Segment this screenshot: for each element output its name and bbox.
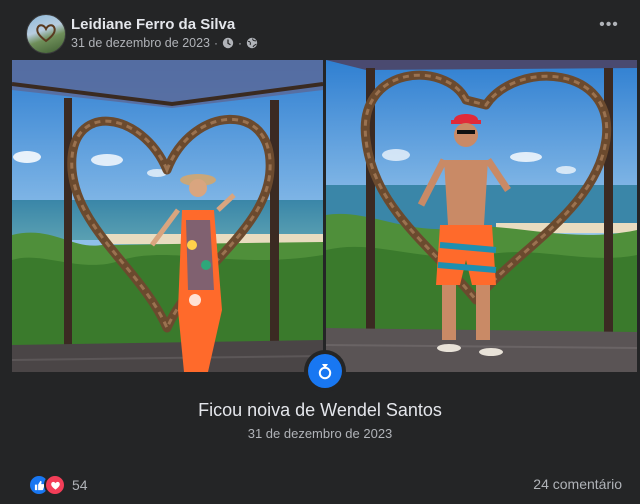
life-event-badge bbox=[304, 350, 346, 392]
meta-separator: · bbox=[238, 36, 242, 50]
photo-right[interactable] bbox=[326, 60, 637, 372]
photo-left[interactable] bbox=[12, 60, 323, 372]
post-card: Leidiane Ferro da Silva 31 de dezembro d… bbox=[0, 0, 640, 504]
post-meta: 31 de dezembro de 2023 · · bbox=[71, 36, 258, 50]
life-event-title: Ficou noiva de Wendel Santos bbox=[198, 400, 442, 420]
post-date[interactable]: 31 de dezembro de 2023 bbox=[71, 36, 210, 50]
author-name[interactable]: Leidiane Ferro da Silva bbox=[71, 16, 235, 33]
ring-icon bbox=[308, 354, 342, 388]
globe-icon[interactable] bbox=[246, 37, 258, 49]
comments-link[interactable]: 24 comentário bbox=[533, 476, 622, 492]
clock-icon bbox=[222, 37, 234, 49]
more-options-icon[interactable]: ••• bbox=[598, 17, 620, 40]
life-event-date: 31 de dezembro de 2023 bbox=[247, 426, 393, 441]
post-header: Leidiane Ferro da Silva 31 de dezembro d… bbox=[0, 0, 640, 60]
meta-separator: · bbox=[214, 36, 218, 50]
reaction-count: 54 bbox=[72, 477, 88, 493]
photo-grid bbox=[12, 60, 637, 372]
love-icon bbox=[44, 474, 66, 496]
reaction-summary[interactable]: 54 bbox=[28, 474, 88, 496]
avatar-heart-icon bbox=[36, 24, 56, 43]
author-avatar[interactable] bbox=[26, 14, 66, 54]
